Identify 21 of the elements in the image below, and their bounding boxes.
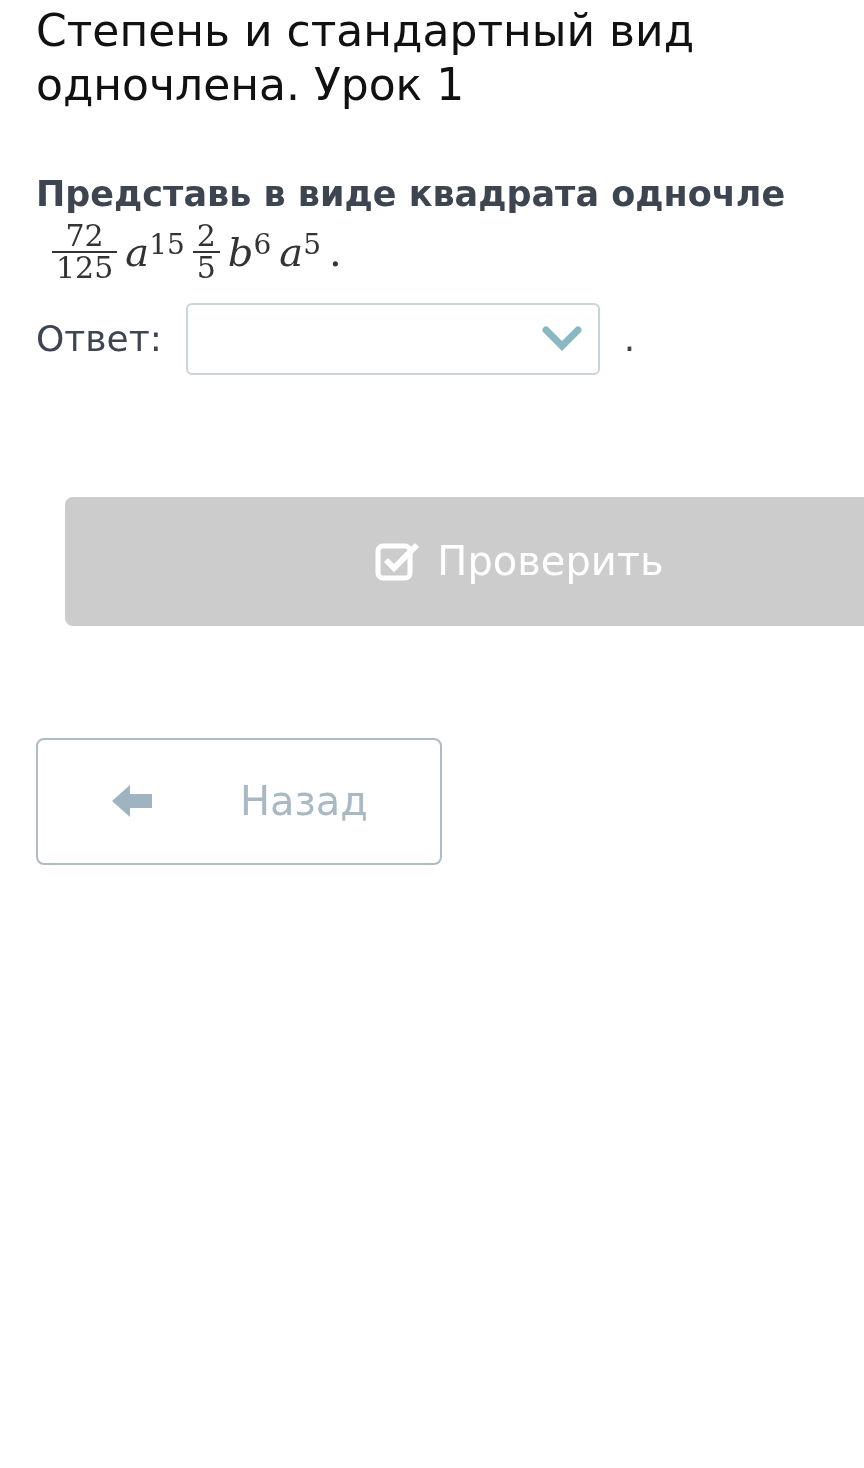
checkbox-check-icon bbox=[375, 541, 422, 581]
exponent: 6 bbox=[253, 227, 272, 261]
variable: a bbox=[125, 228, 150, 275]
numerator: 2 bbox=[195, 220, 217, 251]
denominator: 125 bbox=[55, 252, 115, 283]
exponent: 5 bbox=[303, 227, 321, 261]
exponent: 15 bbox=[149, 227, 185, 261]
answer-period: . bbox=[623, 316, 636, 361]
back-button[interactable]: Назад bbox=[36, 737, 442, 865]
numerator: 72 bbox=[64, 220, 105, 251]
answer-dropdown[interactable] bbox=[185, 302, 600, 375]
chevron-down-icon bbox=[541, 325, 582, 352]
page-title: одночлена. Урок 1 bbox=[36, 58, 466, 112]
question-text: Представь в виде квадрата одночле bbox=[35, 173, 787, 216]
page-title: Степень и стандартный вид bbox=[36, 4, 696, 58]
variable: b bbox=[227, 228, 254, 275]
arrow-left-icon bbox=[110, 783, 154, 819]
denominator: 5 bbox=[195, 252, 217, 283]
period: . bbox=[329, 227, 342, 277]
answer-label: Ответ: bbox=[36, 316, 162, 361]
variable: a bbox=[279, 228, 304, 275]
